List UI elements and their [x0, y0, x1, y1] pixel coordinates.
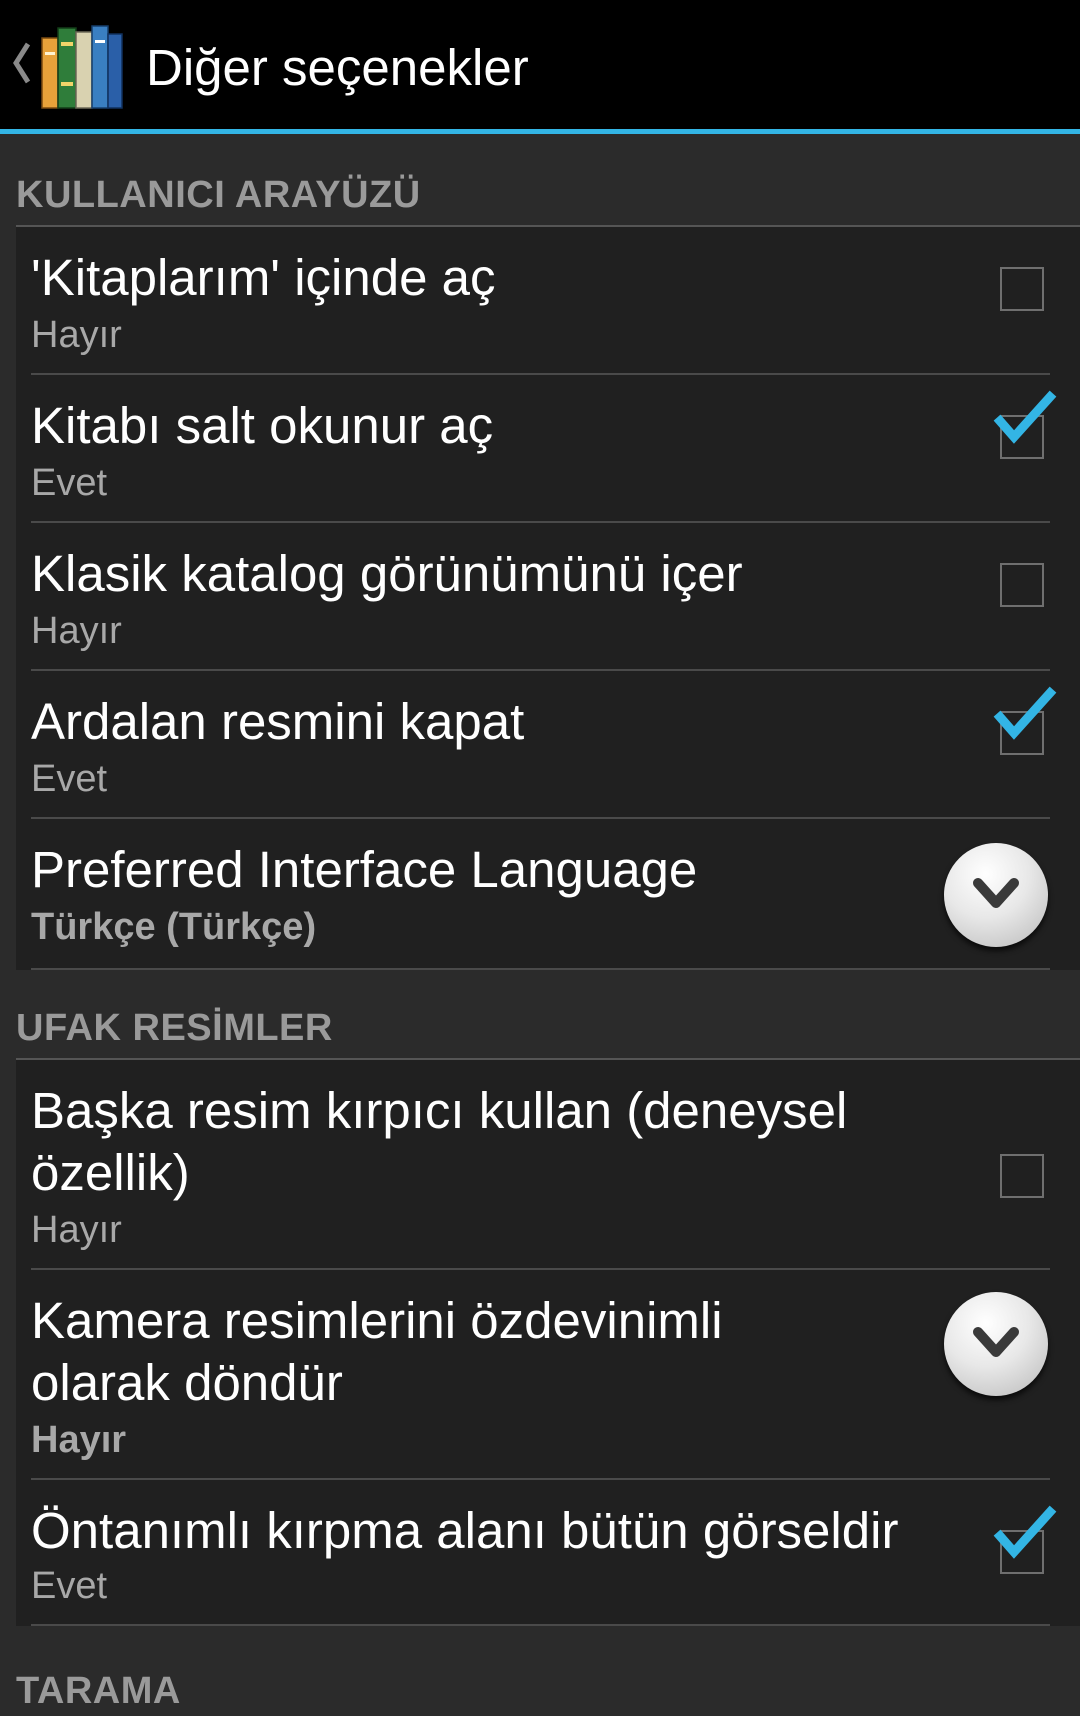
pref-summary: Evet — [31, 462, 108, 504]
checkbox-unchecked[interactable] — [1000, 267, 1044, 311]
section-header-thumbnails: UFAK RESİMLER — [16, 970, 1080, 1060]
settings-list: KULLANICI ARAYÜZÜ 'Kitaplarım' içinde aç… — [0, 139, 1080, 1712]
pref-default-crop-whole-image[interactable]: Öntanımlı kırpma alanı bütün görseldir E… — [16, 1480, 1080, 1626]
section-header-user-interface: KULLANICI ARAYÜZÜ — [16, 139, 1080, 227]
pref-open-read-only[interactable]: Kitabı salt okunur aç Evet — [16, 375, 1080, 523]
chevron-down-icon — [973, 878, 1019, 908]
checkmark-icon — [993, 1505, 1057, 1559]
pref-open-in-my-books[interactable]: 'Kitaplarım' içinde aç Hayır — [16, 227, 1080, 375]
dropdown-button[interactable] — [944, 1292, 1048, 1396]
checkmark-icon — [993, 390, 1057, 444]
pref-summary: Hayır — [31, 1419, 127, 1461]
pref-title: 'Kitaplarım' içinde aç — [31, 249, 496, 306]
pref-title: Kamera resimlerini özdevinimli olarak dö… — [31, 1292, 723, 1411]
dropdown-button[interactable] — [944, 843, 1048, 947]
checkmark-icon — [993, 686, 1057, 740]
pref-title: Öntanımlı kırpma alanı bütün görseldir — [31, 1502, 899, 1559]
pref-summary: Evet — [31, 1565, 108, 1607]
pref-title: Kitabı salt okunur aç — [31, 397, 494, 454]
pref-summary: Hayır — [31, 1209, 122, 1251]
pref-summary: Hayır — [31, 314, 122, 356]
pref-title: Klasik katalog görünümünü içer — [31, 545, 743, 602]
pref-auto-rotate-camera-images[interactable]: Kamera resimlerini özdevinimli olarak dö… — [16, 1270, 1080, 1480]
books-app-icon[interactable] — [40, 22, 126, 112]
pref-summary: Evet — [31, 758, 108, 800]
page-title: Diğer seçenekler — [146, 39, 529, 96]
section-header-scanning: TARAMA — [16, 1670, 181, 1712]
checkbox-unchecked[interactable] — [1000, 1154, 1044, 1198]
pref-summary: Türkçe (Türkçe) — [31, 906, 317, 948]
pref-classic-catalog-view[interactable]: Klasik katalog görünümünü içer Hayır — [16, 523, 1080, 671]
pref-title: Preferred Interface Language — [31, 841, 698, 898]
pref-alternative-cropper[interactable]: Başka resim kırpıcı kullan (deneysel öze… — [16, 1060, 1080, 1270]
pref-disable-background-image[interactable]: Ardalan resmini kapat Evet — [16, 671, 1080, 819]
chevron-down-icon — [973, 1327, 1019, 1357]
back-chevron-icon[interactable] — [10, 38, 34, 88]
action-bar: Diğer seçenekler — [0, 0, 1080, 134]
pref-summary: Hayır — [31, 610, 122, 652]
pref-title: Ardalan resmini kapat — [31, 693, 525, 750]
checkbox-unchecked[interactable] — [1000, 563, 1044, 607]
pref-title: Başka resim kırpıcı kullan (deneysel öze… — [31, 1082, 848, 1201]
pref-interface-language[interactable]: Preferred Interface Language Türkçe (Tür… — [16, 819, 1080, 970]
